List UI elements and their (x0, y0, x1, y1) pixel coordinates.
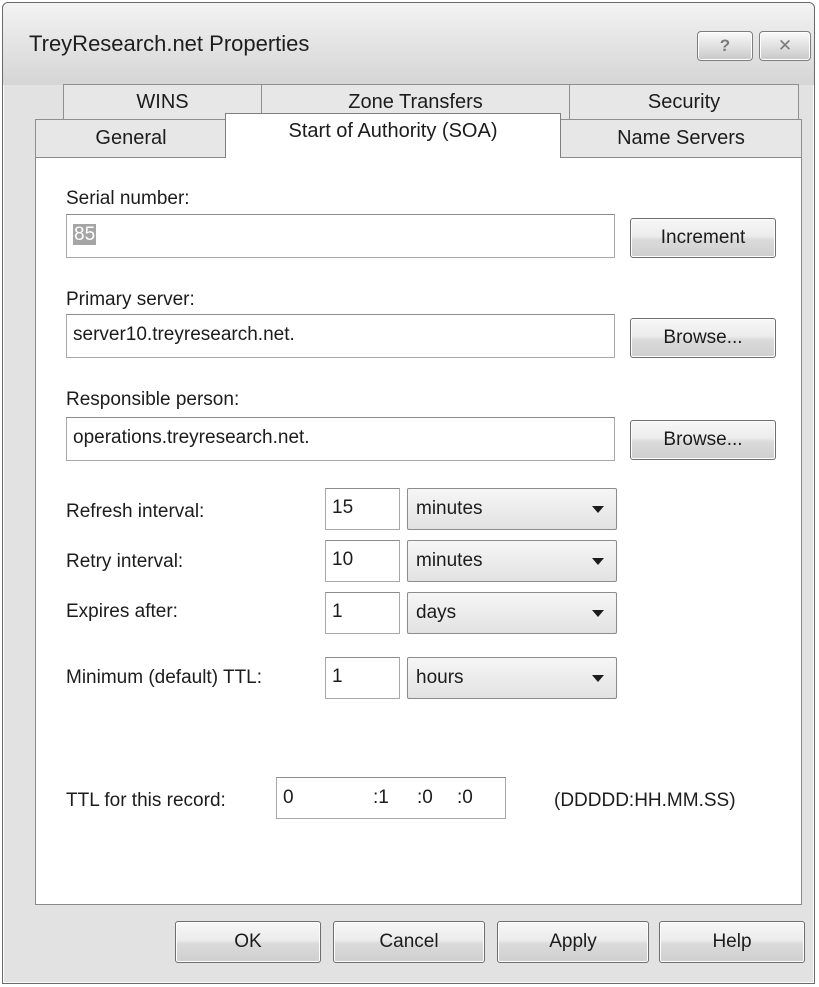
dropdown-arrow-icon (592, 506, 604, 513)
dropdown-value: hours (416, 667, 464, 688)
browse-primary-server-button[interactable]: Browse... (630, 318, 776, 358)
increment-label: Increment (660, 227, 746, 248)
tab-start-of-authority[interactable]: Start of Authority (SOA) (225, 113, 561, 158)
serial-number-label: Serial number: (66, 188, 190, 209)
tab-label: Name Servers (617, 127, 745, 149)
retry-interval-field[interactable]: 10 (325, 540, 400, 582)
tab-label: Security (647, 91, 721, 113)
expires-after-value: 1 (332, 601, 343, 622)
dropdown-value: minutes (416, 498, 483, 519)
dropdown-arrow-icon (592, 610, 604, 617)
tab-label: Start of Authority (SOA) (288, 120, 498, 142)
responsible-person-field[interactable]: operations.treyresearch.net. (66, 417, 615, 461)
primary-server-label: Primary server: (66, 289, 195, 310)
minimum-ttl-value: 1 (332, 666, 343, 687)
cancel-label: Cancel (379, 931, 439, 952)
help-caption-button[interactable]: ? (697, 31, 753, 61)
ttl-record-field[interactable]: 0 :1 :0 :0 (276, 777, 506, 819)
serial-number-field[interactable]: 85 (66, 214, 615, 258)
window-title: TreyResearch.net Properties (29, 31, 310, 56)
ttl-record-label: TTL for this record: (66, 790, 226, 811)
ttl-hours[interactable]: :1 (373, 787, 389, 809)
expires-after-field[interactable]: 1 (325, 592, 400, 634)
close-icon: ✕ (777, 36, 793, 55)
tab-label: General (95, 127, 167, 149)
tab-label: WINS (136, 91, 189, 113)
ok-label: OK (234, 931, 262, 952)
minimum-ttl-unit-dropdown[interactable]: hours (407, 657, 617, 699)
apply-button[interactable]: Apply (497, 921, 649, 963)
properties-dialog: TreyResearch.net Properties ? ✕ WINS Zon… (2, 2, 815, 984)
retry-interval-label: Retry interval: (66, 551, 184, 572)
minimum-ttl-label: Minimum (default) TTL: (66, 667, 263, 688)
refresh-interval-value: 15 (332, 497, 354, 518)
tab-label: Zone Transfers (348, 91, 483, 113)
apply-label: Apply (549, 931, 597, 952)
primary-server-value: server10.treyresearch.net. (73, 324, 295, 345)
expires-after-label: Expires after: (66, 601, 178, 622)
increment-button[interactable]: Increment (630, 218, 776, 258)
cancel-button[interactable]: Cancel (333, 921, 485, 963)
responsible-person-value: operations.treyresearch.net. (73, 427, 310, 448)
dropdown-value: days (416, 602, 457, 623)
help-icon: ? (719, 36, 731, 55)
minimum-ttl-field[interactable]: 1 (325, 657, 400, 699)
browse-label: Browse... (663, 429, 743, 450)
help-label: Help (712, 931, 752, 952)
tab-general[interactable]: General (35, 119, 227, 157)
refresh-interval-unit-dropdown[interactable]: minutes (407, 488, 617, 530)
close-button[interactable]: ✕ (759, 31, 811, 61)
dropdown-value: minutes (416, 550, 483, 571)
ttl-minutes[interactable]: :0 (417, 787, 433, 809)
browse-label: Browse... (663, 327, 743, 348)
ok-button[interactable]: OK (175, 921, 321, 963)
expires-after-unit-dropdown[interactable]: days (407, 592, 617, 634)
tab-security[interactable]: Security (569, 84, 799, 120)
help-button[interactable]: Help (659, 921, 805, 963)
ttl-format-hint: (DDDDD:HH.MM.SS) (554, 790, 736, 811)
primary-server-field[interactable]: server10.treyresearch.net. (66, 314, 615, 358)
tab-name-servers[interactable]: Name Servers (560, 119, 802, 157)
ttl-seconds[interactable]: :0 (457, 787, 473, 809)
refresh-interval-field[interactable]: 15 (325, 488, 400, 530)
retry-interval-unit-dropdown[interactable]: minutes (407, 540, 617, 582)
refresh-interval-label: Refresh interval: (66, 501, 205, 522)
dropdown-arrow-icon (592, 675, 604, 682)
responsible-person-label: Responsible person: (66, 389, 240, 410)
browse-responsible-person-button[interactable]: Browse... (630, 420, 776, 460)
dropdown-arrow-icon (592, 558, 604, 565)
serial-number-value: 85 (73, 224, 97, 245)
title-bar[interactable]: TreyResearch.net Properties ? ✕ (3, 3, 814, 85)
retry-interval-value: 10 (332, 549, 354, 570)
soa-panel: Serial number: 85 Increment Primary serv… (35, 157, 802, 905)
ttl-days[interactable]: 0 (283, 787, 294, 809)
